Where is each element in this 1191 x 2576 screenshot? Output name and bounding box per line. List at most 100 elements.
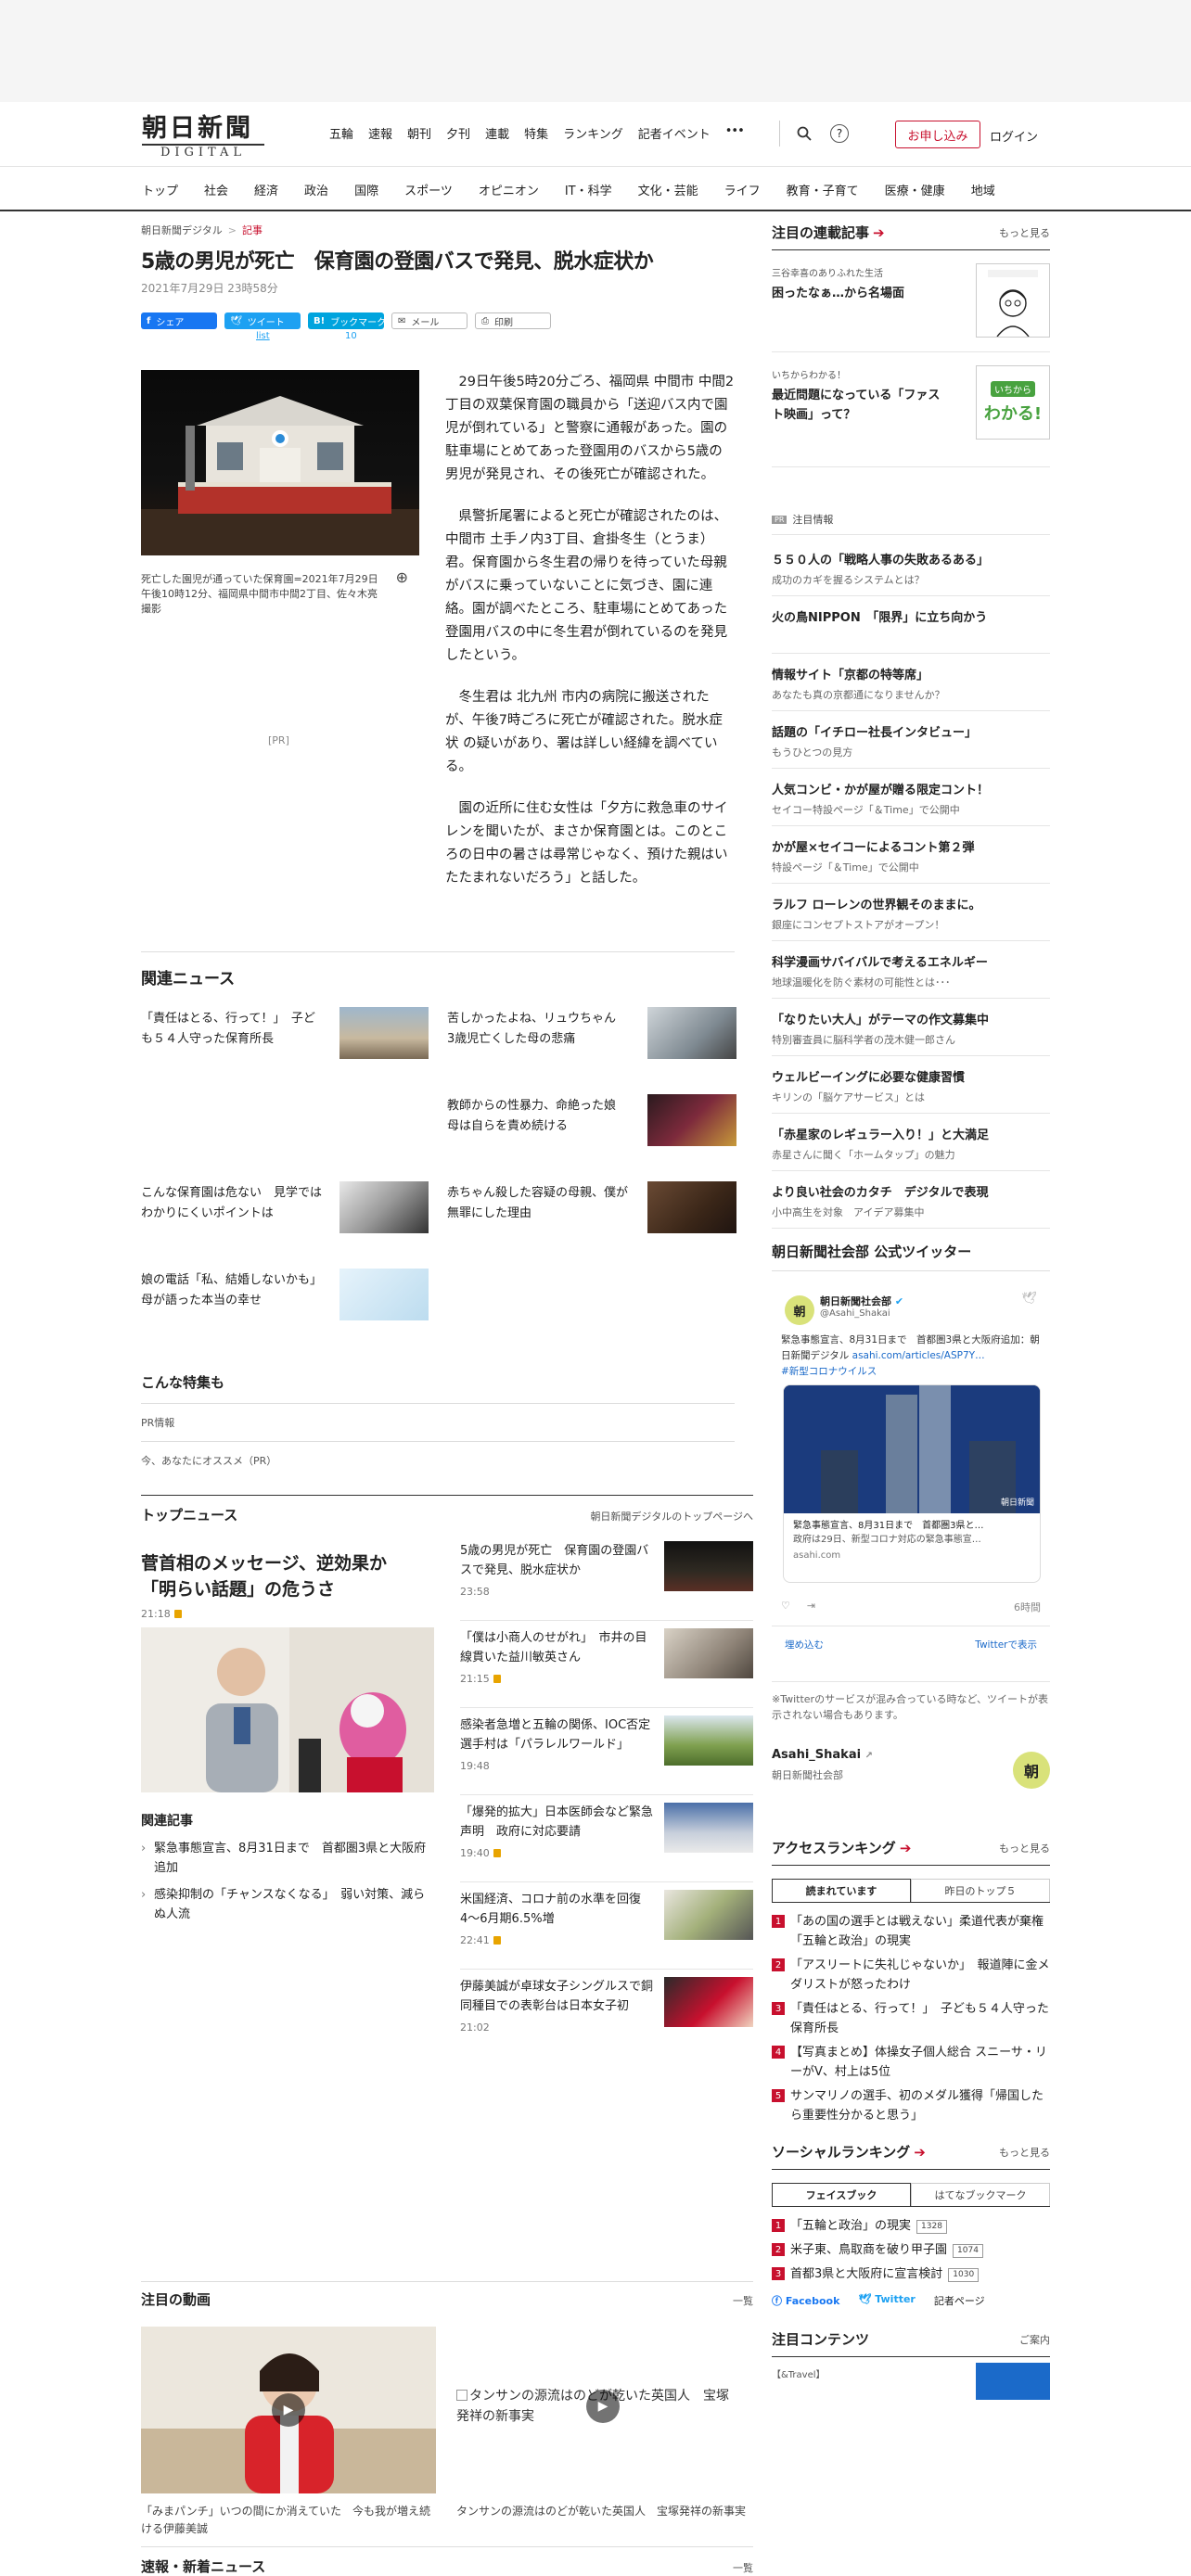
more-menu-icon[interactable]: •••	[725, 124, 745, 142]
social-ranking-item[interactable]: 2 米子東、鳥取商を破り甲子園 1074	[772, 2240, 1050, 2260]
nav-item-top[interactable]: トップ	[142, 181, 178, 198]
header-link-evening[interactable]: 夕刊	[446, 124, 470, 142]
hatena-bookmark-button[interactable]: B! ブックマーク	[308, 312, 386, 329]
tweet-link[interactable]: asahi.com/articles/ASP7Y…	[852, 1350, 985, 1361]
breadcrumb-current[interactable]: 記事	[242, 224, 263, 236]
recommend-link[interactable]: 今、あなたにオススメ（PR）	[141, 1441, 735, 1479]
related-news-item[interactable]: 「責任はとる、行って！」 子ども５４人守った保育所長	[141, 1007, 434, 1059]
pr-item[interactable]: ５５０人の「戦略人事の失敗あるある」 成功のカギを握るシステムとは？	[772, 539, 1050, 596]
print-button[interactable]: ⎙ 印刷	[475, 312, 551, 329]
videos-more-link[interactable]: 一覧	[733, 2293, 753, 2308]
ranking-more-link[interactable]: もっと見る	[999, 1841, 1050, 1855]
tab-yesterday-top5[interactable]: 昨日のトップ５	[911, 1879, 1050, 1902]
lead-news-photo[interactable]	[141, 1627, 434, 1792]
tweet-link-card[interactable]: 朝日新聞 緊急事態宣言、8月31日まで 首都圏3県と… 政府は29日、新型コロナ…	[783, 1384, 1041, 1583]
serial-item[interactable]: 三谷幸喜のありふれた生活 困ったなぁ…から名場面	[772, 250, 1050, 352]
related-news-item[interactable]: 娘の電話「私、結婚しないかも」 母が語った本当の幸せ	[141, 1269, 434, 1320]
header-link-serial[interactable]: 連載	[485, 124, 509, 142]
tweet-avatar[interactable]: 朝	[785, 1295, 814, 1325]
video-item[interactable]: ▶ 「みまパンチ」いつの間にか消えていた 今も我が増え続ける伊藤美誠	[141, 2327, 436, 2538]
header-link-breaking[interactable]: 速報	[368, 124, 392, 142]
header-link-morning[interactable]: 朝刊	[407, 124, 431, 142]
nav-item-politics[interactable]: 政治	[304, 181, 328, 198]
hatena-count[interactable]: 10	[345, 331, 357, 341]
facebook-share-button[interactable]: f シェア	[141, 312, 217, 329]
related-article-item[interactable]: 感染抑制の「チャンスなくなる」 弱い対策、減らぬ人流	[141, 1885, 429, 1924]
pr-item[interactable]: 人気コンビ・かが屋が贈る限定コント！ セイコー特設ページ「＆Time」で公開中	[772, 769, 1050, 826]
twitter-link[interactable]: 🕊 Twitter	[858, 2293, 915, 2308]
pr-item[interactable]: 「赤星家のレギュラー入り！」と大満足 赤星さんに聞く「ホームタップ」の魅力	[772, 1114, 1050, 1171]
header-link-events[interactable]: 記者イベント	[638, 124, 711, 142]
top-news-item[interactable]: 感染者急増と五輪の関係、IOC否定 選手村は「パラレルワールド」 19:48	[460, 1715, 753, 1795]
tab-facebook[interactable]: フェイスブック	[772, 2183, 911, 2206]
social-ranking-item[interactable]: 3 首都3県と大阪府に宣言検討 1030	[772, 2264, 1050, 2284]
lead-news-title[interactable]: 菅首相のメッセージ、逆効果か 「明らい話題」の危うさ	[141, 1550, 429, 1602]
tweet-hashtag[interactable]: #新型コロナウイルス	[781, 1366, 877, 1377]
tab-most-read[interactable]: 読まれています	[772, 1879, 911, 1902]
header-link-ranking[interactable]: ランキング	[563, 124, 623, 142]
nav-item-society[interactable]: 社会	[204, 181, 228, 198]
pr-item[interactable]: かが屋×セイコーによるコント第２弾 特設ページ「＆Time」で公開中	[772, 826, 1050, 884]
pr-item[interactable]: 情報サイト「京都の特等席」 あなたも真の京都通になりませんか？	[772, 654, 1050, 711]
pr-item[interactable]: より良い社会のカタチ デジタルで表現 小中高生を対象 アイデア募集中	[772, 1171, 1050, 1229]
top-news-item[interactable]: 「僕は小商人のせがれ」 市井の目線貫いた益川敏英さん 21:15	[460, 1628, 753, 1708]
nav-item-culture[interactable]: 文化・芸能	[638, 181, 698, 198]
tweet-count[interactable]: list	[256, 331, 270, 341]
tweet-card[interactable]: 朝 朝日新聞社会部 ✔ @Asahi_Shakai 🕊 緊急事態宣言、8月31日…	[772, 1271, 1050, 1721]
ranking-item[interactable]: 3 「責任はとる、行って！」 子ども５４人守った保育所長	[772, 1999, 1050, 2038]
breaking-more-link[interactable]: 一覧	[733, 2560, 753, 2575]
breadcrumb-home[interactable]: 朝日新聞デジタル	[141, 224, 223, 236]
featured-thumb[interactable]	[976, 2363, 1050, 2400]
serial-more-link[interactable]: もっと見る	[999, 225, 1050, 240]
video-item[interactable]: タンサンの源流はのどが乾いた英国人 宝塚発祥の新事実 ▶ タンサンの源流はのどが…	[456, 2386, 753, 2520]
tab-hatena[interactable]: はてなブックマーク	[911, 2183, 1050, 2206]
related-news-item[interactable]: 苦しかったよね、リュウちゃん 3歳児亡くした母の悲痛	[447, 1007, 740, 1059]
header-link-special[interactable]: 特集	[524, 124, 548, 142]
tweet-author-name[interactable]: 朝日新聞社会部 ✔	[820, 1294, 903, 1308]
pr-item[interactable]: 科学漫画サバイバルで考えるエネルギー 地球温暖化を防ぐ素材の可能性とは･･･	[772, 941, 1050, 999]
related-news-item[interactable]: 教師からの性暴力、命絶った娘 母は自らを責め続ける	[447, 1094, 740, 1146]
top-news-item[interactable]: 米国経済、コロナ前の水準を回復 4～6月期6.5%増 22:41	[460, 1890, 753, 1970]
search-icon[interactable]	[793, 122, 815, 145]
top-news-item[interactable]: 「爆発的拡大」日本医師会など緊急声明 政府に対応要請 19:40	[460, 1803, 753, 1882]
pr-info-link[interactable]: PR情報	[141, 1403, 735, 1441]
ranking-item[interactable]: 1 「あの国の選手とは戦えない」柔道代表が棄権 「五輪と政治」の現実	[772, 1912, 1056, 1951]
related-article-item[interactable]: 緊急事態宣言、8月31日まで 首都圏3県と大阪府追加	[141, 1839, 429, 1878]
nav-item-education[interactable]: 教育・子育て	[787, 181, 859, 198]
tweet-button[interactable]: 🕊 ツイート	[224, 312, 301, 329]
facebook-link[interactable]: ⓕ Facebook	[772, 2293, 839, 2308]
related-news-item[interactable]: 赤ちゃん殺した容疑の母親、僕が無罪にした理由	[447, 1181, 740, 1233]
like-icon[interactable]: ♡	[781, 1600, 790, 1614]
nav-item-life[interactable]: ライフ	[724, 181, 761, 198]
login-link[interactable]: ログイン	[990, 127, 1038, 145]
nav-item-sports[interactable]: スポーツ	[404, 181, 453, 198]
mail-button[interactable]: ✉ メール	[391, 312, 467, 329]
article-photo[interactable]	[141, 370, 419, 555]
embed-link[interactable]: 埋め込む	[785, 1638, 824, 1651]
play-icon[interactable]: ▶	[586, 2390, 620, 2423]
pr-item[interactable]: 「なりたい大人」がテーマの作文募集中 特別審査員に脳科学者の茂木健一郎さん	[772, 999, 1050, 1056]
pr-item[interactable]: ラルフ ローレンの世界観そのままに。 銀座にコンセプトストアがオープン！	[772, 884, 1050, 941]
nav-item-health[interactable]: 医療・健康	[885, 181, 945, 198]
nav-item-opinion[interactable]: オピニオン	[479, 181, 539, 198]
reporter-page-link[interactable]: 記者ページ	[934, 2293, 985, 2308]
ranking-item[interactable]: 4 【写真まとめ】体操女子個人総合 スニーサ・リーがV、村上は5位	[772, 2043, 1050, 2082]
nav-item-economy[interactable]: 経済	[254, 181, 278, 198]
ranking-item[interactable]: 2 「アスリートに失礼じゃないか」 報道陣に金メダリストが怒ったわけ	[772, 1956, 1050, 1995]
nav-item-region[interactable]: 地域	[971, 181, 995, 198]
pr-item[interactable]: ウェルビーイングに必要な健康習慣 キリンの「脳ケアサービス」とは	[772, 1056, 1050, 1114]
pr-item[interactable]: 火の鳥NIPPON 「限界」に立ち向かう	[772, 596, 1050, 654]
subscribe-button[interactable]: お申し込み	[895, 121, 980, 148]
site-logo[interactable]: 朝日新聞 DIGITAL	[142, 115, 264, 160]
twitter-account[interactable]: Asahi_Shakai ↗ 朝日新聞社会部 朝	[772, 1748, 1050, 1804]
help-icon[interactable]: ?	[830, 124, 849, 143]
share-icon[interactable]: ⇥	[807, 1600, 815, 1614]
view-on-twitter-link[interactable]: Twitterで表示	[975, 1638, 1037, 1651]
social-ranking-item[interactable]: 1 「五輪と政治」の現実 1328	[772, 2216, 1050, 2236]
serial-item[interactable]: いちからわかる！ 最近問題になっている「ファスト映画」って？ いちから わかる!	[772, 352, 1050, 467]
top-page-link[interactable]: 朝日新聞デジタルのトップページへ	[590, 1509, 753, 1524]
ranking-item[interactable]: 5 サンマリノの選手、初のメダル獲得「帰国したら重要性分かると思う」	[772, 2086, 1050, 2125]
header-link-olympics[interactable]: 五輪	[329, 124, 353, 142]
top-news-item[interactable]: 5歳の男児が死亡 保育園の登園バスで発見、脱水症状か 23:58	[460, 1541, 753, 1621]
nav-item-international[interactable]: 国際	[354, 181, 378, 198]
